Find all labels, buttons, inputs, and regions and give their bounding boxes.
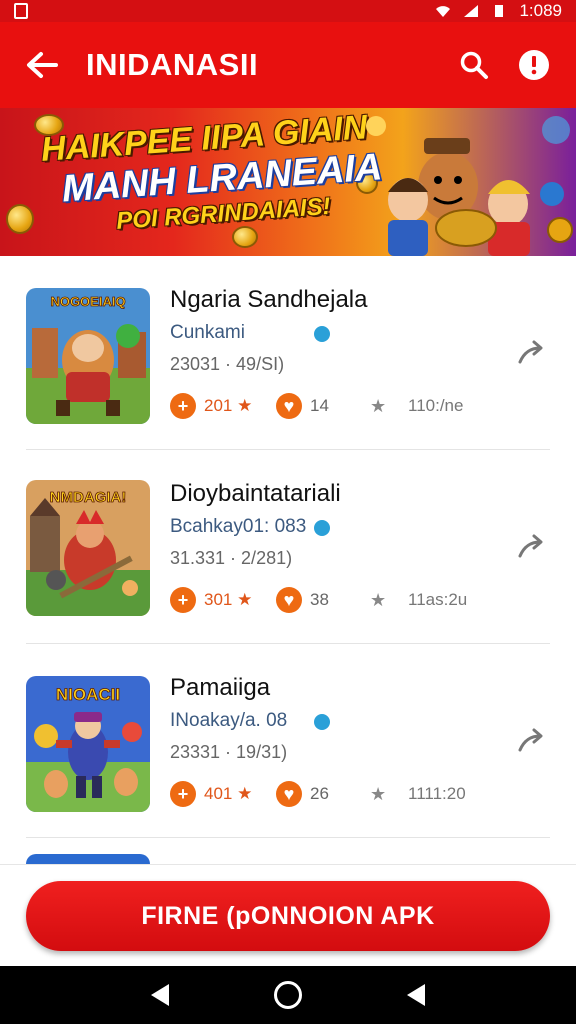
app-size: 11as:2u	[408, 590, 468, 609]
verified-icon	[314, 520, 330, 536]
app-thumbnail: NIOACII	[26, 676, 150, 812]
app-rating: 301 ★	[204, 590, 253, 609]
list-item[interactable]: NMDAGIA! Dioybaintatariali Bcahkay01: 08…	[0, 450, 576, 644]
app-count: 38	[310, 590, 329, 609]
app-meta: 23031 · 49/SI)	[170, 354, 285, 374]
star-icon: ★	[370, 589, 387, 610]
circle-home-icon	[274, 981, 302, 1009]
app-developer: Bcahkay01: 083	[170, 516, 307, 537]
plus-icon: +	[170, 781, 196, 807]
battery-icon	[495, 5, 504, 17]
list-item[interactable]: NOGOEIAIQ Ngaria Sandhejala Cunkami 2303…	[0, 256, 576, 450]
nav-recents-button[interactable]	[396, 975, 436, 1015]
banner-characters-art	[366, 116, 573, 256]
app-size: 1111:20	[408, 784, 466, 803]
bottom-panel: FIRNE (pONNOION APK	[0, 864, 576, 966]
app-rating: 201 ★	[204, 396, 253, 415]
status-time: 1:089	[519, 1, 562, 20]
search-button[interactable]	[452, 43, 496, 87]
verified-icon	[314, 326, 330, 342]
app-thumbnail: NOGOEIAIQ	[26, 288, 150, 424]
thumb-title: NIOACII	[56, 685, 120, 704]
app-size: 110:/ne	[408, 396, 464, 415]
triangle-back-icon	[151, 984, 169, 1006]
star-icon: ★	[370, 395, 387, 416]
plus-icon: +	[170, 587, 196, 613]
wifi-icon	[436, 6, 451, 17]
heart-icon: ♥	[276, 587, 302, 613]
app-stats: + 201 ★ ♥ 14 ★ 110:/ne	[170, 392, 463, 420]
nav-home-button[interactable]	[268, 975, 308, 1015]
app-rating: 401 ★	[204, 784, 253, 803]
app-count: 14	[310, 396, 329, 415]
status-bar: 1:089	[0, 0, 576, 22]
verified-icon	[314, 714, 330, 730]
app-list: NOGOEIAIQ Ngaria Sandhejala Cunkami 2303…	[0, 256, 576, 868]
page-title: INIDANASII	[86, 47, 259, 82]
banner-headline: HAIKPEE IIPA GIAIN MANH LRANEAIA POI RGR…	[40, 108, 384, 256]
system-nav-bar	[0, 966, 576, 1024]
download-apk-button[interactable]: FIRNE (pONNOION APK	[26, 881, 550, 951]
share-icon[interactable]	[516, 338, 546, 368]
app-stats: + 301 ★ ♥ 38 ★ 11as:2u	[170, 586, 467, 614]
thumb-title: NMDAGIA!	[50, 489, 127, 506]
signal-icon	[464, 5, 479, 17]
heart-icon: ♥	[276, 781, 302, 807]
sim-icon	[14, 3, 28, 19]
arrow-left-icon	[27, 52, 58, 78]
app-thumbnail: NMDAGIA!	[26, 480, 150, 616]
screen: 1:089 INIDANASII HAIKPEE IIPA GIAIN MANH…	[0, 0, 576, 1024]
app-meta: 23331 · 19/31)	[170, 742, 288, 762]
heart-icon: ♥	[276, 393, 302, 419]
promo-banner[interactable]: HAIKPEE IIPA GIAIN MANH LRANEAIA POI RGR…	[0, 108, 576, 256]
back-button[interactable]	[10, 33, 74, 97]
plus-icon: +	[170, 393, 196, 419]
star-icon: ★	[370, 783, 387, 804]
app-meta: 31.331 · 2/281)	[170, 548, 293, 568]
list-item[interactable]: NIOACII Pamaiiga INoakay/a. 08 23331 · 1…	[0, 644, 576, 838]
app-name: Dioybaintatariali	[170, 480, 341, 507]
app-name: Pamaiiga	[170, 674, 271, 701]
app-bar: INIDANASII	[0, 22, 576, 108]
app-stats: + 401 ★ ♥ 26 ★ 1111:20	[170, 780, 466, 808]
info-button[interactable]	[512, 43, 556, 87]
app-developer: INoakay/a. 08	[170, 710, 288, 731]
app-developer: Cunkami	[170, 322, 245, 343]
app-name: Ngaria Sandhejala	[170, 286, 368, 313]
nav-back-button[interactable]	[140, 975, 180, 1015]
coin-decoration	[6, 204, 34, 234]
share-icon[interactable]	[516, 532, 546, 562]
share-icon[interactable]	[516, 726, 546, 756]
info-icon	[519, 50, 549, 80]
search-icon	[460, 51, 488, 79]
triangle-recents-icon	[407, 984, 425, 1006]
app-count: 26	[310, 784, 329, 803]
thumb-title: NOGOEIAIQ	[50, 294, 125, 309]
